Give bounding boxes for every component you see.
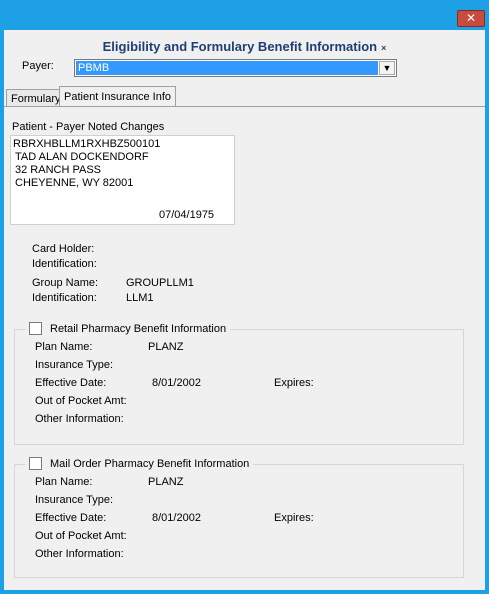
patient-dob: 07/04/1975	[159, 209, 215, 221]
mail-order-benefit-header: Mail Order Pharmacy Benefit Information	[25, 457, 254, 470]
title-bar: ✕	[0, 0, 489, 30]
patient-name-line: TAD ALAN DOCKENDORF	[15, 151, 149, 163]
tab-bar: Formulary Patient Insurance Info	[4, 85, 485, 107]
retail-benefit-title: Retail Pharmacy Benefit Information	[50, 322, 227, 335]
mail-order-benefit-checkbox[interactable]	[29, 457, 42, 470]
retail-effective-label: Effective Date:	[35, 377, 107, 389]
close-button[interactable]: ✕	[457, 10, 485, 27]
group-id-value: LLM1	[126, 292, 154, 304]
marker-icon: ×	[381, 42, 387, 53]
retail-benefit-header: Retail Pharmacy Benefit Information	[25, 322, 231, 335]
tab-patient-insurance-info[interactable]: Patient Insurance Info	[59, 86, 177, 107]
tab-formulary[interactable]: Formulary	[6, 89, 66, 107]
page-title: Eligibility and Formulary Benefit Inform…	[4, 39, 485, 54]
group-id-label: Identification:	[32, 292, 97, 304]
patient-id-line: RBRXHBLLM1RXHBZ500101	[13, 138, 161, 150]
mail-other-info-label: Other Information:	[35, 548, 124, 560]
patient-insurance-panel: Patient - Payer Noted Changes RBRXHBLLM1…	[4, 106, 485, 590]
payer-selected-value[interactable]: PBMB	[76, 61, 378, 75]
chevron-down-icon[interactable]: ▼	[379, 61, 395, 75]
retail-other-info-label: Other Information:	[35, 413, 124, 425]
mail-effective-value: 8/01/2002	[152, 512, 201, 524]
retail-benefit-group: Retail Pharmacy Benefit Information Plan…	[14, 322, 464, 445]
mail-oop-label: Out of Pocket Amt:	[35, 530, 127, 542]
mail-effective-label: Effective Date:	[35, 512, 107, 524]
patient-city-line: CHEYENNE, WY 82001	[15, 177, 134, 189]
group-name-label: Group Name:	[32, 277, 99, 289]
retail-expires-label: Expires:	[274, 377, 314, 389]
payer-label: Payer:	[22, 60, 54, 72]
retail-benefit-checkbox[interactable]	[29, 322, 42, 335]
retail-insurance-type-label: Insurance Type:	[35, 359, 114, 371]
retail-plan-label: Plan Name:	[35, 341, 93, 353]
mail-plan-label: Plan Name:	[35, 476, 93, 488]
card-holder-id-label: Identification:	[32, 258, 97, 270]
patient-street-line: 32 RANCH PASS	[15, 164, 101, 176]
retail-effective-value: 8/01/2002	[152, 377, 201, 389]
mail-plan-value: PLANZ	[148, 476, 184, 488]
mail-order-benefit-group: Mail Order Pharmacy Benefit Information …	[14, 457, 464, 578]
app-window: ✕ Eligibility and Formulary Benefit Info…	[0, 0, 489, 594]
mail-insurance-type-label: Insurance Type:	[35, 494, 114, 506]
group-name-value: GROUPLLM1	[126, 277, 194, 289]
retail-oop-label: Out of Pocket Amt:	[35, 395, 127, 407]
payer-dropdown[interactable]: PBMB ▼	[74, 59, 397, 77]
mail-expires-label: Expires:	[274, 512, 314, 524]
patient-address-box: RBRXHBLLM1RXHBZ500101 TAD ALAN DOCKENDOR…	[10, 135, 235, 225]
retail-plan-value: PLANZ	[148, 341, 184, 353]
payer-noted-changes-label: Patient - Payer Noted Changes	[12, 121, 165, 133]
page-title-text: Eligibility and Formulary Benefit Inform…	[102, 39, 378, 54]
mail-order-benefit-title: Mail Order Pharmacy Benefit Information	[50, 457, 250, 470]
client-area: Eligibility and Formulary Benefit Inform…	[4, 30, 485, 590]
card-holder-label: Card Holder:	[32, 243, 95, 255]
